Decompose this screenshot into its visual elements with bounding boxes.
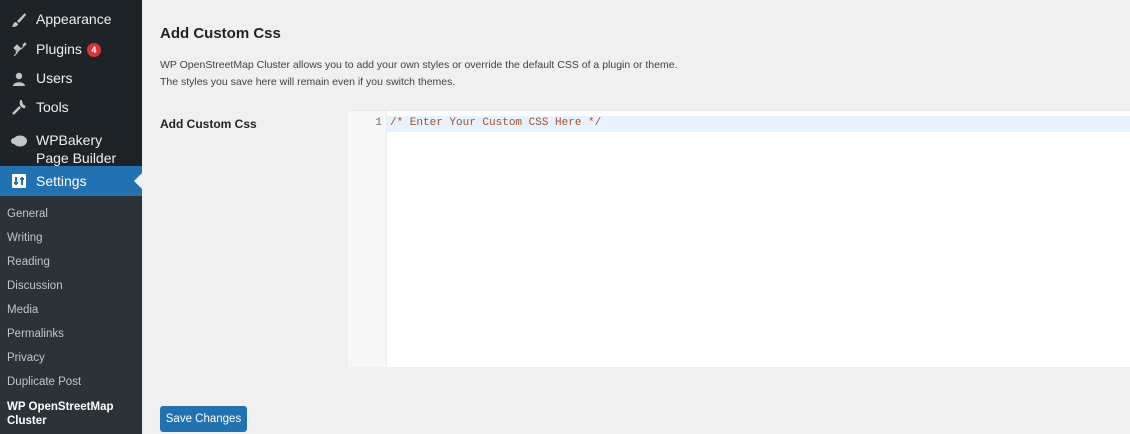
editor-gutter: 1 xyxy=(348,111,387,367)
submenu-item-permalinks[interactable]: Permalinks xyxy=(7,328,64,340)
settings-icon xyxy=(9,171,29,191)
sidebar-item-plugins[interactable]: Plugins 4 xyxy=(0,40,142,60)
plug-icon xyxy=(9,40,29,60)
submenu-item-general[interactable]: General xyxy=(7,208,48,220)
submenu-item-wp-openstreetmap-cluster[interactable]: WP OpenStreetMap Cluster xyxy=(7,400,135,428)
sidebar-item-tools[interactable]: Tools xyxy=(0,98,142,118)
sidebar-item-users[interactable]: Users xyxy=(0,69,142,89)
css-code-editor[interactable]: 1 /* Enter Your Custom CSS Here */ xyxy=(348,110,1130,367)
submenu-item-discussion[interactable]: Discussion xyxy=(7,280,63,292)
save-changes-button[interactable]: Save Changes xyxy=(160,406,247,432)
code-line[interactable]: /* Enter Your Custom CSS Here */ xyxy=(390,117,601,129)
sidebar-item-label: WPBakery Page Builder xyxy=(36,132,117,166)
current-menu-arrow xyxy=(134,173,142,189)
sidebar-item-settings[interactable]: Settings xyxy=(0,166,142,196)
submenu-item-duplicate-post[interactable]: Duplicate Post xyxy=(7,376,81,388)
main-content: Add Custom Css WP OpenStreetMap Cluster … xyxy=(142,0,1130,434)
sidebar-item-label: Settings xyxy=(36,173,87,189)
submenu-item-writing[interactable]: Writing xyxy=(7,232,43,244)
sidebar-item-wpbakery[interactable]: WPBakery Page Builder xyxy=(0,131,142,167)
submenu-item-privacy[interactable]: Privacy xyxy=(7,352,45,364)
custom-css-label: Add Custom Css xyxy=(160,117,257,131)
sidebar-item-label: Users xyxy=(36,70,73,86)
sidebar-item-label: Tools xyxy=(36,99,69,115)
description-line-2: The styles you save here will remain eve… xyxy=(160,76,456,88)
submenu-item-reading[interactable]: Reading xyxy=(7,256,50,268)
paintbrush-icon xyxy=(9,10,29,30)
sidebar-item-label: Plugins xyxy=(36,41,82,57)
update-count-badge: 4 xyxy=(86,43,101,57)
settings-submenu: General Writing Reading Discussion Media… xyxy=(0,196,142,434)
description-line-1: WP OpenStreetMap Cluster allows you to a… xyxy=(160,59,678,71)
sidebar-item-appearance[interactable]: Appearance xyxy=(0,10,142,30)
sidebar-item-label: Appearance xyxy=(36,11,112,27)
line-number: 1 xyxy=(375,117,382,129)
wpbakery-icon xyxy=(9,131,29,151)
wrench-icon xyxy=(9,98,29,118)
admin-sidebar: Appearance Plugins 4 Users Tools WPBakery… xyxy=(0,0,142,434)
users-icon xyxy=(9,69,29,89)
page-title: Add Custom Css xyxy=(160,25,281,42)
submenu-item-media[interactable]: Media xyxy=(7,304,38,316)
